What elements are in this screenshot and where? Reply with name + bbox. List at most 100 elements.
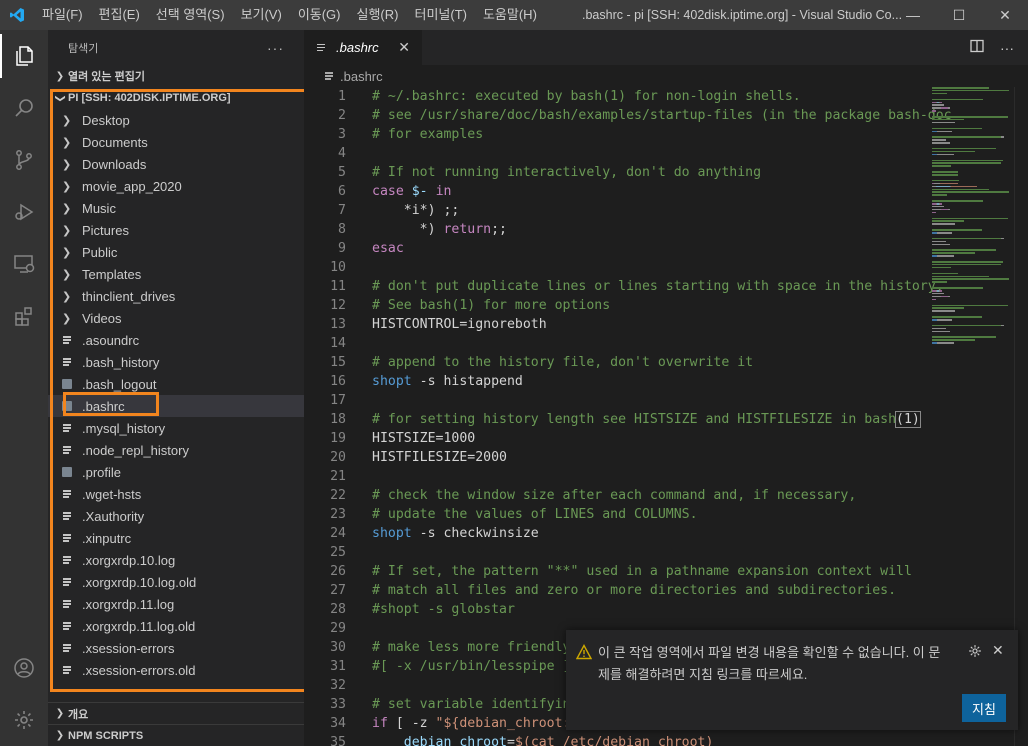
editor-more-actions-icon[interactable]: ··· [1000, 40, 1014, 56]
minimap-line [940, 182, 959, 185]
file-item[interactable]: .profile [48, 461, 304, 483]
file-item[interactable]: .xinputrc [48, 527, 304, 549]
folder-item[interactable]: ❯ thinclient_drives [48, 285, 304, 307]
line-number: 6 [338, 184, 346, 199]
file-lines-icon [62, 555, 82, 565]
breadcrumb-file[interactable]: .bashrc [340, 69, 383, 84]
file-item[interactable]: .bash_history [48, 351, 304, 373]
code-text: #[ -x /usr/bin/lesspipe ] [346, 657, 571, 676]
file-item[interactable]: .node_repl_history [48, 439, 304, 461]
menu-item-0[interactable]: 파일(F) [34, 0, 91, 30]
folder-item[interactable]: ❯ Desktop [48, 109, 304, 131]
tab-close-icon[interactable]: ✕ [398, 39, 410, 56]
folder-item[interactable]: ❯ movie_app_2020 [48, 175, 304, 197]
minimap-line [932, 171, 959, 173]
notification-close-icon[interactable]: ✕ [992, 642, 1004, 659]
section-outline[interactable]: ❯ 개요 [48, 702, 304, 724]
code-token: # match all files and zero or more direc… [372, 583, 897, 598]
search-icon[interactable] [0, 82, 48, 134]
code-token: # update the values of LINES and COLUMNS… [372, 507, 698, 522]
code-text: # If not running interactively, don't do… [346, 163, 761, 182]
file-item[interactable]: .xorgxrdp.10.log [48, 549, 304, 571]
code-text: # for setting history length see HISTSIZ… [346, 410, 921, 429]
extensions-icon[interactable] [0, 290, 48, 342]
line-number: 7 [338, 203, 346, 218]
code-token: = [506, 735, 515, 746]
line-number: 20 [330, 450, 346, 465]
instructions-button[interactable]: 지침 [962, 694, 1006, 722]
file-item[interactable]: .xsession-errors.old [48, 659, 304, 681]
file-item[interactable]: .Xauthority [48, 505, 304, 527]
code-text: shopt -s histappend [346, 372, 523, 391]
restore-button[interactable]: ☐ [936, 0, 982, 30]
account-icon[interactable] [0, 642, 48, 694]
folder-item[interactable]: ❯ Documents [48, 131, 304, 153]
menu-item-4[interactable]: 이동(G) [290, 0, 349, 30]
menu-item-6[interactable]: 터미널(T) [406, 0, 474, 30]
minimap-line [932, 298, 937, 301]
folder-item[interactable]: ❯ Downloads [48, 153, 304, 175]
folder-item[interactable]: ❯ Templates [48, 263, 304, 285]
minimize-button[interactable]: — [890, 0, 936, 30]
line-number: 8 [338, 222, 346, 237]
folder-item[interactable]: ❯ Videos [48, 307, 304, 329]
folder-label: movie_app_2020 [82, 178, 182, 194]
notification-settings-gear-icon[interactable] [968, 644, 982, 661]
minimap-line [932, 316, 983, 318]
remote-explorer-icon[interactable] [0, 238, 48, 290]
line-number: 17 [330, 393, 346, 408]
file-item[interactable]: .xorgxrdp.11.log.old [48, 615, 304, 637]
run-debug-icon[interactable] [0, 186, 48, 238]
folder-item[interactable]: ❯ Public [48, 241, 304, 263]
code-text: debian_chroot=$(cat /etc/debian_chroot) [346, 733, 714, 746]
file-label: .xorgxrdp.10.log.old [82, 574, 197, 590]
explorer-icon[interactable] [0, 30, 48, 82]
file-lines-icon [62, 445, 82, 455]
folder-item[interactable]: ❯ Pictures [48, 219, 304, 241]
file-item[interactable]: .xorgxrdp.11.log [48, 593, 304, 615]
section-npm-scripts[interactable]: ❯ NPM SCRIPTS [48, 724, 304, 746]
minimap-line [937, 342, 955, 344]
chevron-right-icon: ❯ [62, 180, 72, 193]
minimap-line [937, 130, 952, 132]
close-window-button[interactable]: ✕ [982, 0, 1028, 30]
file-item[interactable]: .xorgxrdp.10.log.old [48, 571, 304, 593]
more-actions-icon[interactable]: ··· [267, 40, 284, 56]
menu-item-2[interactable]: 선택 영역(S) [148, 0, 233, 30]
line-number: 28 [330, 602, 346, 617]
file-item[interactable]: .bashrc [48, 395, 304, 417]
section-workspace-root[interactable]: ❯ PI [SSH: 402DISK.IPTIME.ORG] [48, 87, 304, 109]
file-item[interactable]: .mysql_history [48, 417, 304, 439]
menu-item-3[interactable]: 보기(V) [233, 0, 290, 30]
code-line: 27 # match all files and zero or more dir… [304, 581, 1028, 600]
menu-item-1[interactable]: 편집(E) [91, 0, 148, 30]
minimap-line [932, 266, 951, 269]
explorer-title: 탐색기 [68, 42, 99, 55]
code-line: 25 [304, 543, 1028, 562]
menu-item-7[interactable]: 도움말(H) [475, 0, 545, 30]
menu-item-5[interactable]: 실행(R) [349, 0, 407, 30]
code-token: # check the window size after each comma… [372, 488, 857, 503]
file-item[interactable]: .asoundrc [48, 329, 304, 351]
vscode-logo-icon [0, 0, 34, 30]
minimap[interactable] [932, 87, 1016, 347]
settings-gear-icon[interactable] [0, 694, 48, 746]
file-item[interactable]: .bash_logout [48, 373, 304, 395]
split-editor-icon[interactable] [970, 39, 984, 56]
settings-file-icon [62, 379, 82, 389]
minimap-line [932, 327, 946, 330]
file-item[interactable]: .xsession-errors [48, 637, 304, 659]
line-number: 31 [330, 659, 346, 674]
minimap-line [932, 142, 950, 144]
code-line: 12 # See bash(1) for more options [304, 296, 1028, 315]
minimap-line [932, 188, 989, 190]
source-control-icon[interactable] [0, 134, 48, 186]
tab-bashrc[interactable]: .bashrc ✕ [304, 30, 422, 65]
file-item[interactable]: .wget-hsts [48, 483, 304, 505]
folder-item[interactable]: ❯ Music [48, 197, 304, 219]
minimap-line [937, 153, 955, 156]
section-open-editors[interactable]: ❯ 열려 있는 편집기 [48, 65, 304, 87]
file-lines-icon [324, 71, 334, 81]
code-token: HISTSIZE=1000 [372, 431, 476, 446]
